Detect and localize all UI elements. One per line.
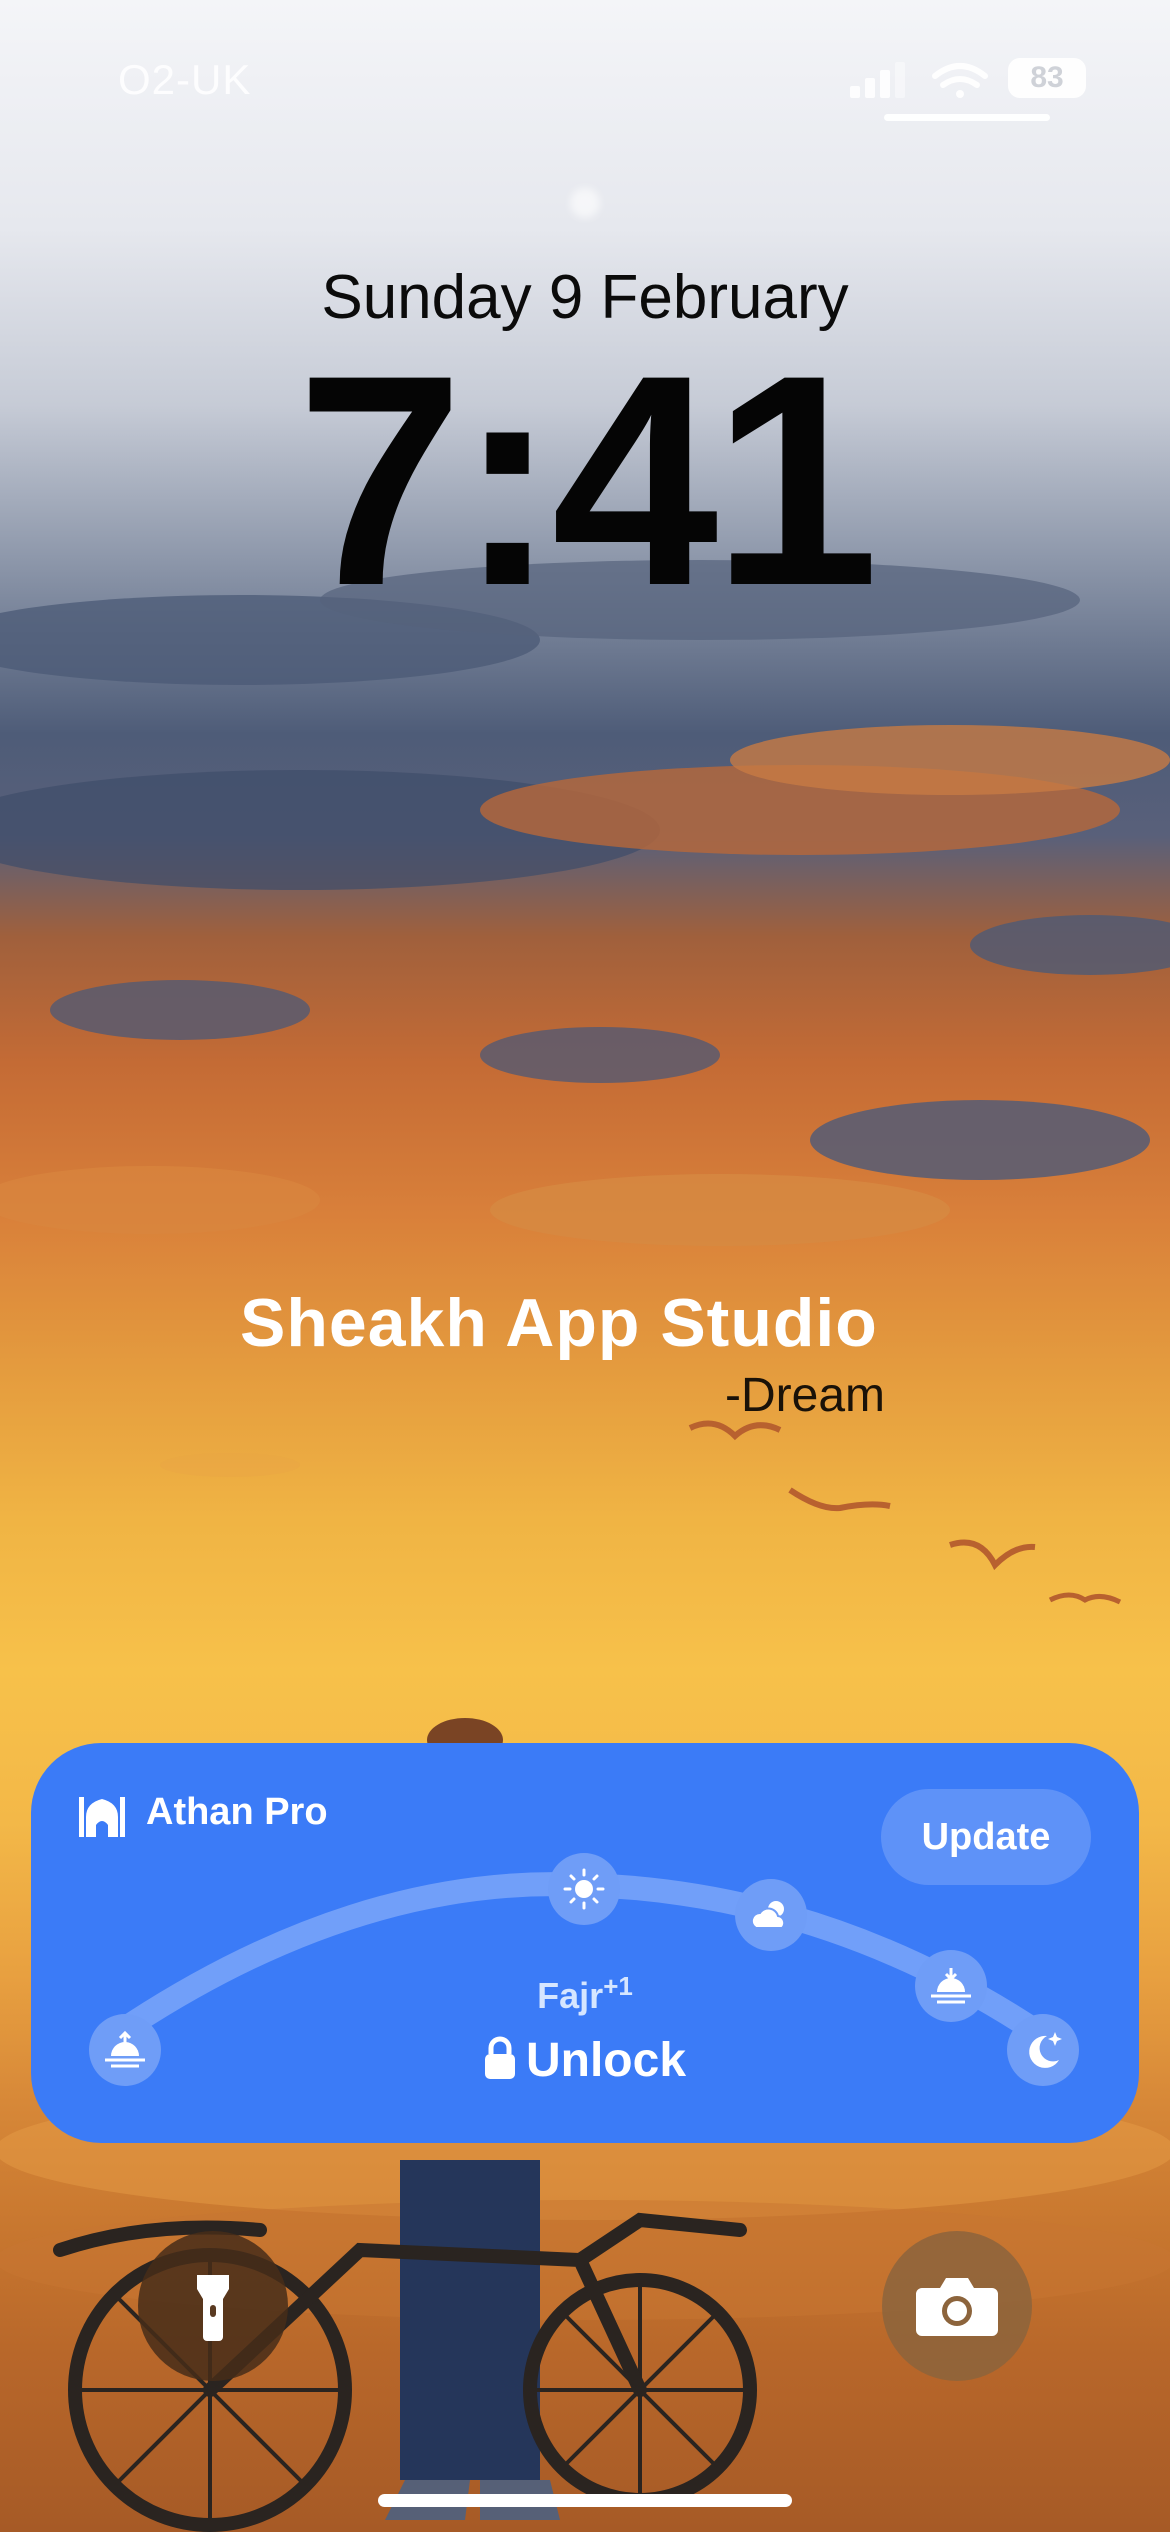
signal-icon bbox=[850, 62, 905, 98]
next-prayer: Fajr+1 bbox=[31, 1971, 1139, 2017]
camera-icon bbox=[916, 2278, 998, 2336]
lock-screen: O2-UK 83 Sunday 9 February 7:41 Sheakh A… bbox=[0, 0, 1170, 2532]
unlock-prompt[interactable]: Unlock bbox=[31, 2033, 1139, 2088]
wallpaper-title: Sheakh App Studio bbox=[240, 1285, 878, 1361]
wifi-icon bbox=[932, 63, 988, 98]
unlock-label: Unlock bbox=[525, 2034, 687, 2087]
wallpaper-subtitle: -Dream bbox=[725, 1369, 886, 1422]
status-indicator-line bbox=[884, 114, 1050, 121]
battery-icon: 83 bbox=[1008, 58, 1086, 98]
flashlight-icon bbox=[197, 2275, 229, 2341]
camera-button[interactable] bbox=[882, 2231, 1032, 2381]
partly-cloudy-icon bbox=[735, 1879, 807, 1951]
lock-time[interactable]: 7:41 bbox=[0, 330, 1170, 630]
home-indicator[interactable] bbox=[378, 2494, 792, 2507]
athan-widget[interactable]: Athan Pro Update Fajr+1 Unlock bbox=[31, 1743, 1139, 2143]
prayer-day-offset: +1 bbox=[603, 1971, 633, 2001]
flashlight-button[interactable] bbox=[138, 2231, 288, 2381]
prayer-name: Fajr bbox=[537, 1975, 604, 2016]
lock-icon bbox=[484, 2036, 515, 2079]
dynamic-island-glow bbox=[570, 188, 600, 218]
sun-icon bbox=[548, 1853, 620, 1925]
carrier-label: O2-UK bbox=[118, 56, 252, 103]
